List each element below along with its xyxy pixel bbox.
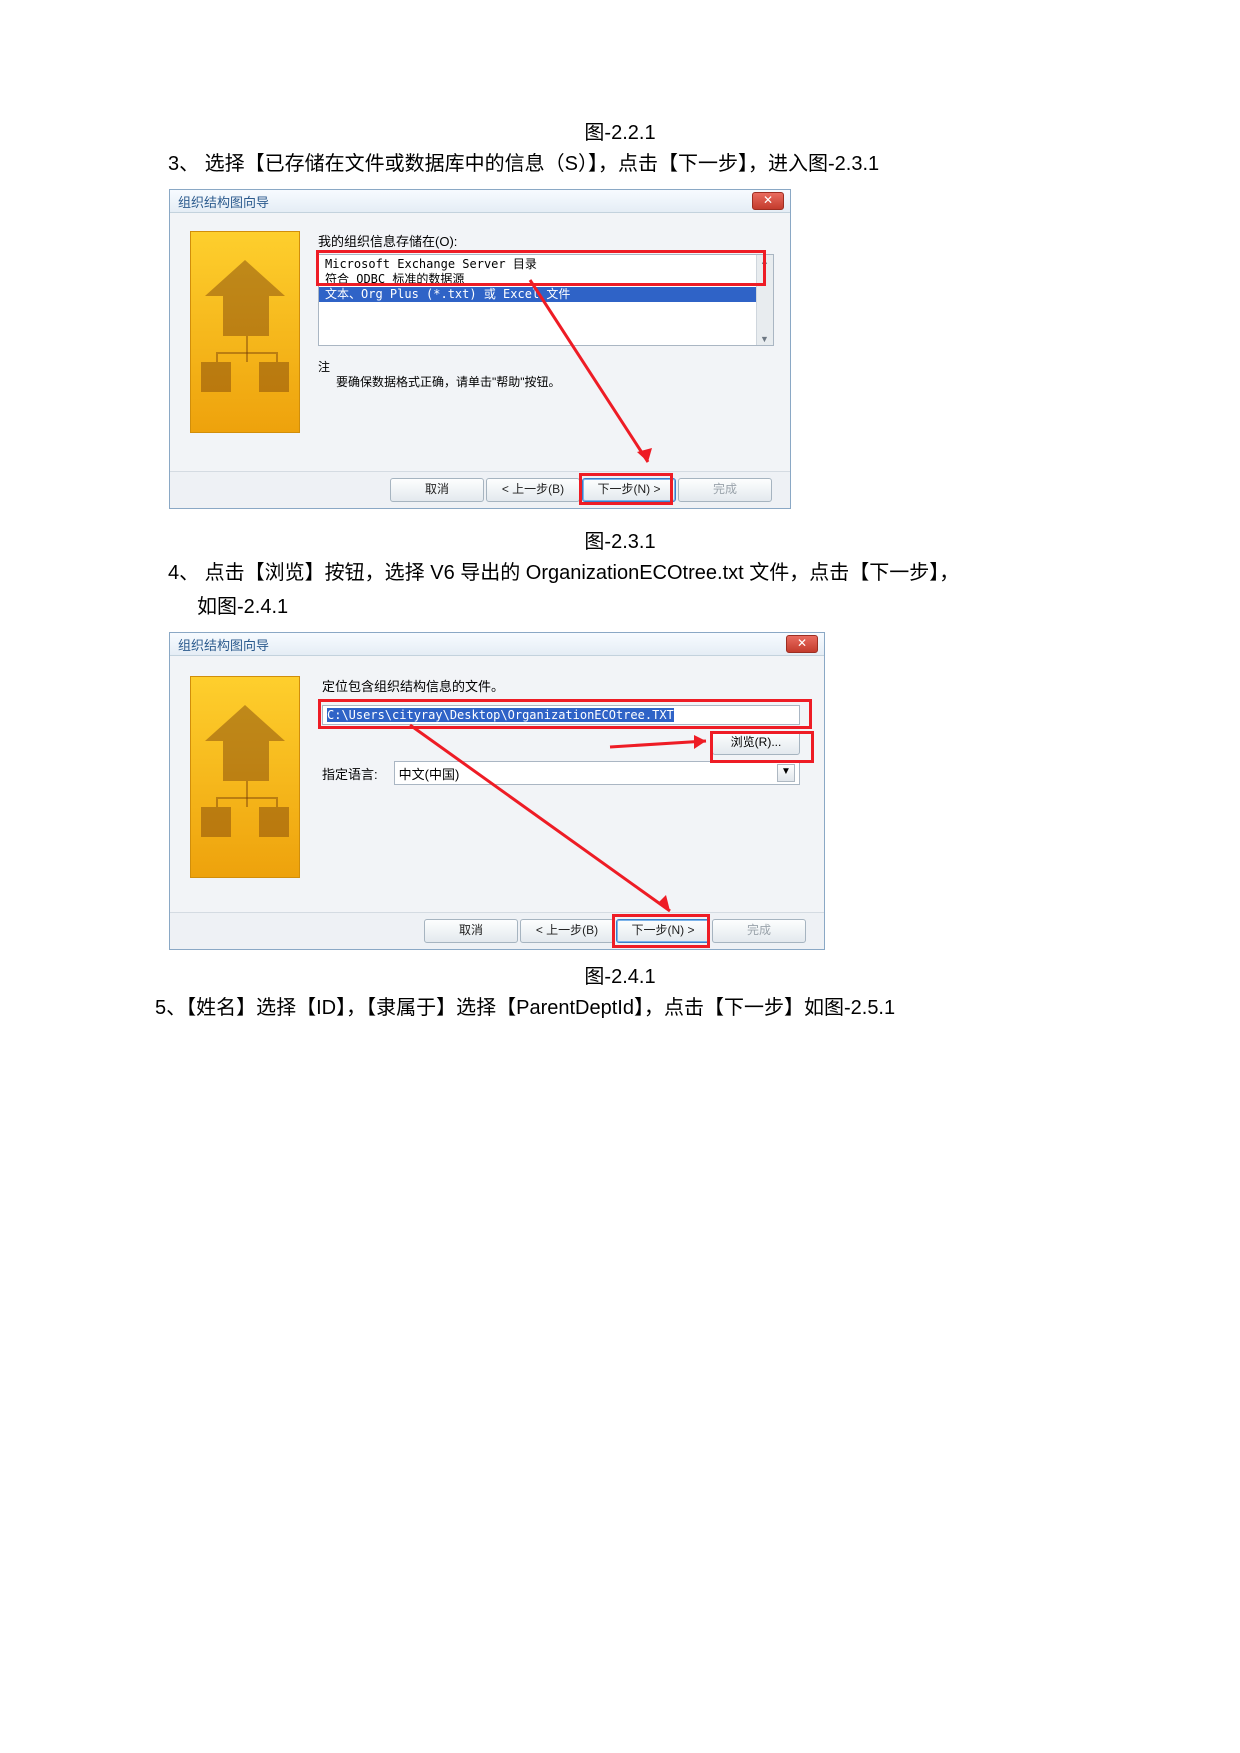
figure-caption: 图-2.3.1 — [0, 525, 1240, 554]
wizard-button-row: 取消 < 上一步(B) 下一步(N) > 完成 — [170, 471, 790, 508]
language-value: 中文(中国) — [399, 764, 460, 783]
finish-button: 完成 — [712, 919, 806, 943]
cancel-button[interactable]: 取消 — [390, 478, 484, 502]
language-label: 指定语言: — [322, 764, 378, 783]
instruction-step-5: 5、【姓名】选择【ID】，【隶属于】选择【ParentDeptId】，点击【下一… — [0, 993, 1240, 1023]
next-button[interactable]: 下一步(N) > — [582, 478, 676, 502]
next-button[interactable]: 下一步(N) > — [616, 919, 710, 943]
cancel-button[interactable]: 取消 — [424, 919, 518, 943]
close-icon[interactable]: ✕ — [752, 192, 784, 210]
wizard-dialog-source: 组织结构图向导 ✕ 我的组织信息存储在(O): Microsoft Exchan… — [169, 189, 791, 509]
language-select[interactable]: 中文(中国) ▼ — [394, 761, 800, 785]
source-list[interactable]: Microsoft Exchange Server 目录 符合 ODBC 标准的… — [318, 254, 774, 346]
instruction-step-4a: 4、 点击【浏览】按钮，选择 V6 导出的 OrganizationECOtre… — [0, 558, 1240, 588]
instruction-step-4b: 如图-2.4.1 — [0, 592, 1240, 622]
chevron-down-icon[interactable]: ▼ — [777, 764, 795, 782]
wizard-dialog-file: 组织结构图向导 ✕ 定位包含组织结构信息的文件。 C:\Users\cityra… — [169, 632, 825, 950]
back-button[interactable]: < 上一步(B) — [520, 919, 614, 943]
back-button[interactable]: < 上一步(B) — [486, 478, 580, 502]
figure-caption: 图-2.2.1 — [0, 116, 1240, 145]
close-icon[interactable]: ✕ — [786, 635, 818, 653]
figure-caption: 图-2.4.1 — [0, 960, 1240, 989]
list-item-selected[interactable]: 文本、Org Plus (*.txt) 或 Excel 文件 — [319, 287, 773, 302]
file-path-label: 定位包含组织结构信息的文件。 — [322, 676, 800, 695]
browse-button[interactable]: 浏览(R)... — [712, 731, 800, 755]
dialog-title: 组织结构图向导 — [178, 635, 269, 654]
org-info-location-label: 我的组织信息存储在(O): — [318, 231, 774, 250]
scrollbar[interactable] — [756, 255, 773, 345]
note-body: 要确保数据格式正确，请单击"帮助"按钮。 — [318, 373, 774, 390]
list-item[interactable]: 符合 ODBC 标准的数据源 — [319, 272, 773, 287]
dialog-title: 组织结构图向导 — [178, 192, 269, 211]
finish-button: 完成 — [678, 478, 772, 502]
file-path-value: C:\Users\cityray\Desktop\OrganizationECO… — [327, 708, 674, 722]
note-key: 注 — [318, 358, 330, 375]
wizard-button-row: 取消 < 上一步(B) 下一步(N) > 完成 — [170, 912, 824, 949]
list-item[interactable]: Microsoft Exchange Server 目录 — [319, 257, 773, 272]
wizard-side-graphic — [190, 676, 300, 878]
wizard-side-graphic — [190, 231, 300, 433]
instruction-step-3: 3、 选择【已存储在文件或数据库中的信息（S）】，点击【下一步】，进入图-2.3… — [0, 149, 1240, 179]
file-path-input[interactable]: C:\Users\cityray\Desktop\OrganizationECO… — [322, 705, 800, 725]
